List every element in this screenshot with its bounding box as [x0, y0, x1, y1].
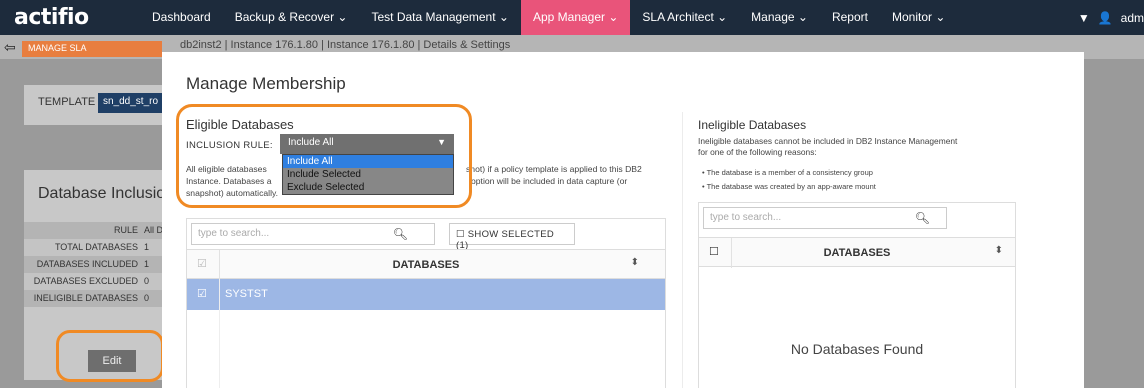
app-info: db2inst2 | Instance 176.1.80 | Instance … — [180, 39, 511, 51]
template-label: TEMPLATE — [38, 96, 96, 108]
search-icon: 🔍︎ — [914, 211, 930, 225]
stat-row: DATABASES INCLUDED 1 — [24, 256, 174, 273]
stat-row: INELIGIBLE DATABASES 0 — [24, 290, 174, 307]
ineligible-search-input[interactable]: type to search... 🔍︎ — [703, 207, 947, 229]
ineligible-table: type to search... 🔍︎ ☐ DATABASES ⬍ No Da… — [698, 202, 1016, 388]
eligible-table-header: ☑ DATABASES ⬍ — [187, 249, 665, 280]
user-icon[interactable]: 👤 — [1098, 11, 1113, 25]
edit-highlight-ring — [56, 330, 164, 382]
ineligible-reason: • The database is a member of a consiste… — [702, 168, 873, 177]
sort-icon[interactable]: ⬍ — [995, 245, 1003, 256]
eligible-highlight-ring — [176, 104, 472, 208]
manage-membership-modal: Manage Membership Eligible Databases INC… — [162, 52, 1084, 388]
nav-app-manager[interactable]: App Manager ⌄ — [520, 0, 631, 35]
top-navbar: actifio Dashboard Backup & Recover ⌄ Tes… — [0, 0, 1144, 35]
ineligible-table-header: ☐ DATABASES ⬍ — [699, 237, 1015, 268]
ineligible-title: Ineligible Databases — [698, 118, 807, 132]
stat-row: TOTAL DATABASES 1 — [24, 239, 174, 256]
nav-report[interactable]: Report — [820, 0, 880, 35]
show-selected-toggle[interactable]: ☐ SHOW SELECTED (1) — [449, 223, 575, 251]
back-arrow-icon[interactable]: ⇦ — [4, 39, 16, 56]
database-name: SYSTST — [225, 288, 268, 300]
inclusion-stats: RULE All D TOTAL DATABASES 1 DATABASES INC… — [24, 222, 174, 307]
nav-monitor[interactable]: Monitor ⌄ — [880, 0, 957, 35]
actifio-logo[interactable]: actifio — [0, 5, 140, 30]
ineligible-reason: • The database was created by an app-awa… — [702, 182, 876, 191]
nav-manage[interactable]: Manage ⌄ — [739, 0, 820, 35]
databases-column-header[interactable]: DATABASES — [699, 247, 1015, 259]
stat-row: DATABASES EXCLUDED 0 — [24, 273, 174, 290]
eligible-search-input[interactable]: type to search... 🔍︎ — [191, 223, 435, 245]
eligible-table: type to search... 🔍︎ ☐ SHOW SELECTED (1)… — [186, 218, 666, 388]
nav-dashboard[interactable]: Dashboard — [140, 0, 223, 35]
row-checkbox[interactable]: ☑ — [197, 287, 207, 300]
nav-test-data-management[interactable]: Test Data Management ⌄ — [360, 0, 521, 35]
databases-column-header[interactable]: DATABASES — [187, 259, 665, 271]
stat-row: RULE All D — [24, 222, 174, 239]
nav-sla-architect[interactable]: SLA Architect ⌄ — [630, 0, 739, 35]
search-icon: 🔍︎ — [392, 227, 408, 241]
ineligible-description: Ineligible databases cannot be included … — [698, 136, 958, 157]
empty-state: No Databases Found — [790, 341, 924, 357]
manage-sla-breadcrumb[interactable]: MANAGE SLA — [22, 41, 162, 57]
user-name[interactable]: adm — [1121, 11, 1144, 25]
template-value[interactable]: sn_dd_st_ro — [98, 93, 168, 113]
filter-icon[interactable]: ▼ — [1078, 11, 1090, 25]
table-row[interactable]: ☑ SYSTST — [187, 279, 665, 310]
database-inclusion-title: Database Inclusion — [38, 185, 175, 202]
nav-backup-recover[interactable]: Backup & Recover ⌄ — [223, 0, 360, 35]
modal-title: Manage Membership — [186, 74, 346, 93]
sort-icon[interactable]: ⬍ — [631, 257, 639, 268]
